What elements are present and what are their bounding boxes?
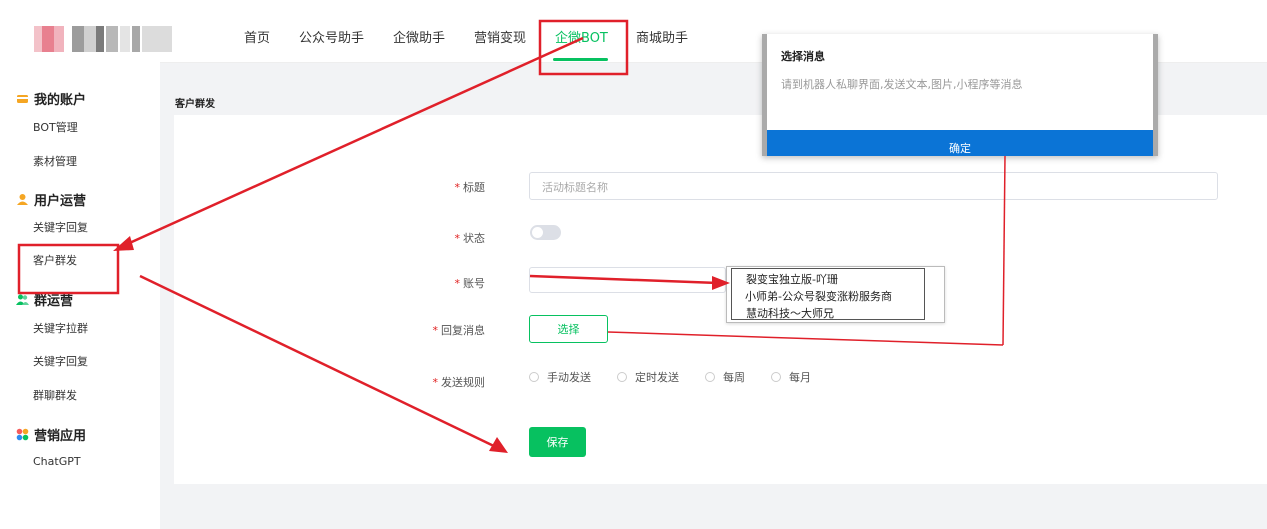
status-label: * 状态 xyxy=(454,232,486,245)
nav-home[interactable]: 首页 xyxy=(244,27,270,46)
title-label: * 标题 xyxy=(454,181,486,194)
modal-confirm-button[interactable]: 确定 xyxy=(767,130,1153,156)
radio-circle-icon xyxy=(705,372,715,382)
apps-icon xyxy=(16,428,29,441)
select-message-button[interactable]: 选择 xyxy=(529,315,608,343)
sidebar-section-title: 营销应用 xyxy=(34,429,87,444)
select-message-modal: 选择消息 请到机器人私聊界面,发送文本,图片,小程序等消息 确定 xyxy=(762,34,1158,156)
sidebar-item-customer-broadcast[interactable]: 客户群发 xyxy=(33,252,77,268)
account-dropdown: 裂变宝独立版-吖珊 小师弟-公众号裂变涨粉服务商 慧动科技～大师兄 xyxy=(726,266,945,323)
nav-active-indicator xyxy=(553,58,608,61)
sidebar-item-group-broadcast[interactable]: 群聊群发 xyxy=(33,387,77,403)
reply-label: * 回复消息 xyxy=(432,324,486,337)
status-toggle[interactable] xyxy=(530,225,561,240)
page-title: 客户群发 xyxy=(175,99,215,110)
radio-scheduled[interactable]: 定时发送 xyxy=(617,369,679,385)
title-input[interactable]: 活动标题名称 xyxy=(529,172,1218,200)
sidebar-section-group-ops: 群运营 xyxy=(16,290,73,309)
account-option[interactable]: 裂变宝独立版-吖珊 xyxy=(746,271,838,287)
sidebar-item-chatgpt[interactable]: ChatGPT xyxy=(33,455,81,468)
form-card xyxy=(174,115,1267,484)
sidebar-section-marketing-apps: 营销应用 xyxy=(16,425,86,444)
nav-wecom-bot[interactable]: 企微BOT xyxy=(555,27,608,46)
sidebar-section-account: 我的账户 xyxy=(16,89,86,108)
nav-mall-assistant[interactable]: 商城助手 xyxy=(636,27,688,46)
logo xyxy=(34,26,174,52)
account-dropdown-list: 裂变宝独立版-吖珊 小师弟-公众号裂变涨粉服务商 慧动科技～大师兄 xyxy=(731,268,925,320)
sidebar-item-group-keyword-reply[interactable]: 关键字回复 xyxy=(33,353,88,369)
account-select[interactable] xyxy=(529,267,726,293)
radio-manual[interactable]: 手动发送 xyxy=(529,369,591,385)
radio-monthly[interactable]: 每月 xyxy=(771,369,811,385)
save-button[interactable]: 保存 xyxy=(529,427,586,457)
wallet-icon xyxy=(16,92,29,105)
radio-circle-icon xyxy=(771,372,781,382)
sidebar-section-title: 群运营 xyxy=(34,294,74,309)
sidebar-section-title: 我的账户 xyxy=(34,93,87,108)
group-icon xyxy=(16,293,29,306)
radio-weekly[interactable]: 每周 xyxy=(705,369,745,385)
nav-marketing[interactable]: 营销变现 xyxy=(474,27,526,46)
nav-wecom-assistant[interactable]: 企微助手 xyxy=(393,27,445,46)
sidebar-item-bot-management[interactable]: BOT管理 xyxy=(33,119,78,135)
radio-circle-icon xyxy=(529,372,539,382)
sidebar-item-materials[interactable]: 素材管理 xyxy=(33,153,77,169)
account-option[interactable]: 小师弟-公众号裂变涨粉服务商 xyxy=(745,288,892,304)
nav-official-account[interactable]: 公众号助手 xyxy=(299,27,364,46)
radio-circle-icon xyxy=(617,372,627,382)
account-option[interactable]: 慧动科技～大师兄 xyxy=(746,305,834,321)
account-label: * 账号 xyxy=(454,277,486,290)
modal-description: 请到机器人私聊界面,发送文本,图片,小程序等消息 xyxy=(781,78,1023,91)
user-icon xyxy=(16,193,29,206)
modal-title: 选择消息 xyxy=(781,50,825,63)
sidebar-section-user-ops: 用户运营 xyxy=(16,190,86,209)
sidebar-item-keyword-group[interactable]: 关键字拉群 xyxy=(33,320,88,336)
sidebar-section-title: 用户运营 xyxy=(34,194,87,209)
send-rule-label: * 发送规则 xyxy=(432,376,486,389)
sidebar-item-keyword-reply[interactable]: 关键字回复 xyxy=(33,219,88,235)
